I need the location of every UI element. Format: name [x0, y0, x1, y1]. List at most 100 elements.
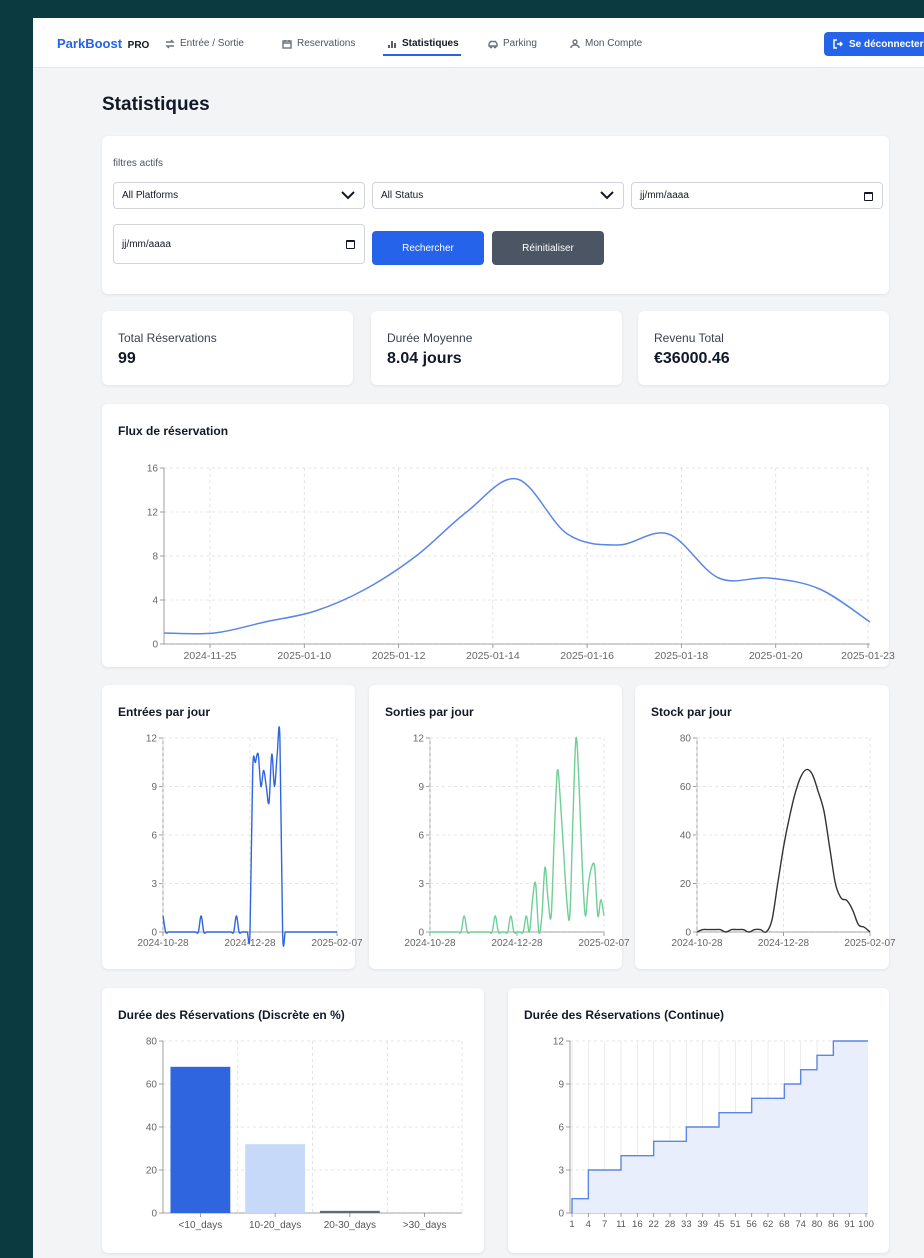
car-icon [488, 40, 498, 48]
stat-label: Total Réservations [118, 331, 217, 345]
swap-icon [165, 39, 175, 48]
x-tick-label: 1 [569, 1219, 574, 1230]
y-tick-label: 16 [147, 464, 159, 475]
date-from-input[interactable]: jj/mm/aaaa [631, 182, 883, 209]
y-tick-label: 0 [151, 928, 157, 939]
date-to-placeholder: jj/mm/aaaa [122, 238, 171, 250]
y-tick-label: 3 [151, 879, 157, 890]
search-button[interactable]: Rechercher [372, 231, 484, 265]
x-tick-label: 2025-02-07 [578, 938, 630, 949]
x-tick-label: 80 [812, 1219, 823, 1230]
stat-value: 8.04 jours [387, 350, 462, 367]
x-tick-label: 7 [602, 1219, 607, 1230]
x-tick-label: 2025-01-18 [655, 650, 709, 662]
y-tick-label: 80 [680, 734, 692, 745]
y-tick-label: 9 [151, 782, 157, 793]
x-tick-label: 16 [632, 1219, 643, 1230]
platform-select[interactable]: All Platforms [113, 182, 365, 209]
x-tick-label: 2025-01-10 [277, 650, 331, 662]
y-tick-label: 12 [413, 734, 425, 745]
x-tick-label: 86 [828, 1219, 839, 1230]
x-tick-label: 2025-01-14 [466, 650, 520, 662]
page-title: Statistiques [102, 94, 210, 115]
y-tick-label: 4 [152, 596, 158, 607]
entrees-chart-card: Entrées par jour 0 3 6 9 12 2024-10-28 2024-12… [102, 685, 363, 969]
date-to-input[interactable]: jj/mm/aaaa [113, 224, 365, 264]
logout-button[interactable]: Se déconnecter [824, 32, 924, 56]
x-tick-label: >30_days [403, 1220, 447, 1231]
y-tick-label: 12 [553, 1037, 565, 1048]
bar [245, 1144, 306, 1213]
y-tick-label: 6 [558, 1123, 564, 1134]
x-tick-label: 39 [697, 1219, 708, 1230]
bar [170, 1066, 231, 1213]
x-tick-label: 45 [714, 1219, 725, 1230]
y-tick-label: 6 [151, 831, 157, 842]
nav-item-label: Mon Compte [585, 38, 643, 49]
duree-discrete-chart: 0 20 40 60 80 <10_days 10-20_days 20-30_days >30… [146, 1037, 463, 1231]
y-tick-label: 20 [680, 879, 692, 890]
y-tick-label: 40 [680, 831, 692, 842]
x-tick-label: 100 [858, 1219, 874, 1230]
app-frame: ParkBoost PRO Entrée / Sortie Reservatio… [33, 18, 924, 1258]
y-tick-label: 0 [151, 1209, 157, 1220]
stat-value: 99 [118, 350, 136, 367]
date-from-placeholder: jj/mm/aaaa [640, 190, 689, 201]
entrees-chart: 0369122024-10-28 2024-12-28 2025-02-07 [137, 726, 363, 949]
y-tick-label: 0 [558, 1209, 564, 1220]
nav-item-statistiques[interactable]: Statistiques [387, 38, 459, 49]
platform-select-value: All Platforms [122, 190, 179, 201]
x-tick-label: 68 [779, 1219, 790, 1230]
x-tick-label: 2025-01-23 [841, 650, 895, 662]
x-tick-label: <10_days [179, 1220, 223, 1231]
calendar-icon[interactable] [346, 240, 355, 249]
y-tick-label: 0 [152, 640, 158, 651]
x-tick-label: 62 [763, 1219, 774, 1230]
y-tick-label: 8 [152, 552, 158, 563]
nav-item-reservations[interactable]: Reservations [282, 38, 355, 49]
x-tick-label: 2024-12-28 [491, 938, 543, 949]
filters-label: filtres actifs [113, 158, 164, 169]
stat-label: Durée Moyenne [387, 331, 473, 345]
flux-chart: 0 4 8 12 16 2024-11-25 2025-01-10 2025-01-12 202… [147, 464, 895, 663]
x-tick-label: 2024-10-28 [137, 938, 189, 949]
nav-item-mon-compte[interactable]: Mon Compte [570, 38, 642, 49]
brand-logo[interactable]: ParkBoost PRO [57, 36, 149, 51]
nav-item-label: Statistiques [402, 38, 459, 49]
x-tick-label: 56 [746, 1219, 757, 1230]
bar-chart-icon [388, 40, 396, 48]
logout-label: Se déconnecter [849, 38, 924, 50]
y-tick-label: 0 [418, 928, 424, 939]
x-tick-label: 51 [730, 1219, 741, 1230]
y-tick-label: 12 [147, 508, 159, 519]
user-icon [570, 38, 580, 48]
stat-card-total-reservations: Total Réservations 99 [102, 311, 353, 385]
reset-button[interactable]: Réinitialiser [492, 231, 604, 265]
chevron-down-icon [600, 191, 614, 200]
y-tick-label: 12 [146, 734, 158, 745]
x-tick-label: 28 [665, 1219, 676, 1230]
nav-item-label: Entrée / Sortie [180, 38, 244, 49]
y-tick-label: 60 [146, 1080, 158, 1091]
filters-card: filtres actifs All Platforms All Status … [102, 136, 889, 294]
nav-item-label: Reservations [297, 38, 356, 49]
calendar-icon[interactable] [864, 192, 873, 201]
brand-name: ParkBoost [57, 36, 123, 51]
x-tick-label: 2025-01-16 [560, 650, 614, 662]
x-tick-label: 22 [648, 1219, 659, 1230]
flux-chart-card: Flux de réservation 0 4 8 12 16 2024-11-25 202… [102, 404, 895, 667]
x-tick-label: 10-20_days [249, 1220, 301, 1231]
nav-item-parking[interactable]: Parking [488, 38, 537, 49]
duree-discrete-chart-card: Durée des Réservations (Discrète en %) 0… [102, 988, 484, 1253]
x-tick-label: 2024-12-28 [758, 938, 810, 949]
status-select[interactable]: All Status [372, 182, 624, 209]
series-area [572, 1041, 868, 1213]
nav-item-entree-sortie[interactable]: Entrée / Sortie [165, 38, 244, 49]
x-tick-label: 11 [616, 1219, 626, 1230]
y-tick-label: 80 [146, 1037, 158, 1048]
y-tick-label: 60 [680, 782, 692, 793]
stat-label: Revenu Total [654, 331, 724, 345]
y-tick-label: 0 [685, 928, 691, 939]
x-tick-label: 33 [681, 1219, 692, 1230]
y-tick-label: 9 [558, 1080, 564, 1091]
